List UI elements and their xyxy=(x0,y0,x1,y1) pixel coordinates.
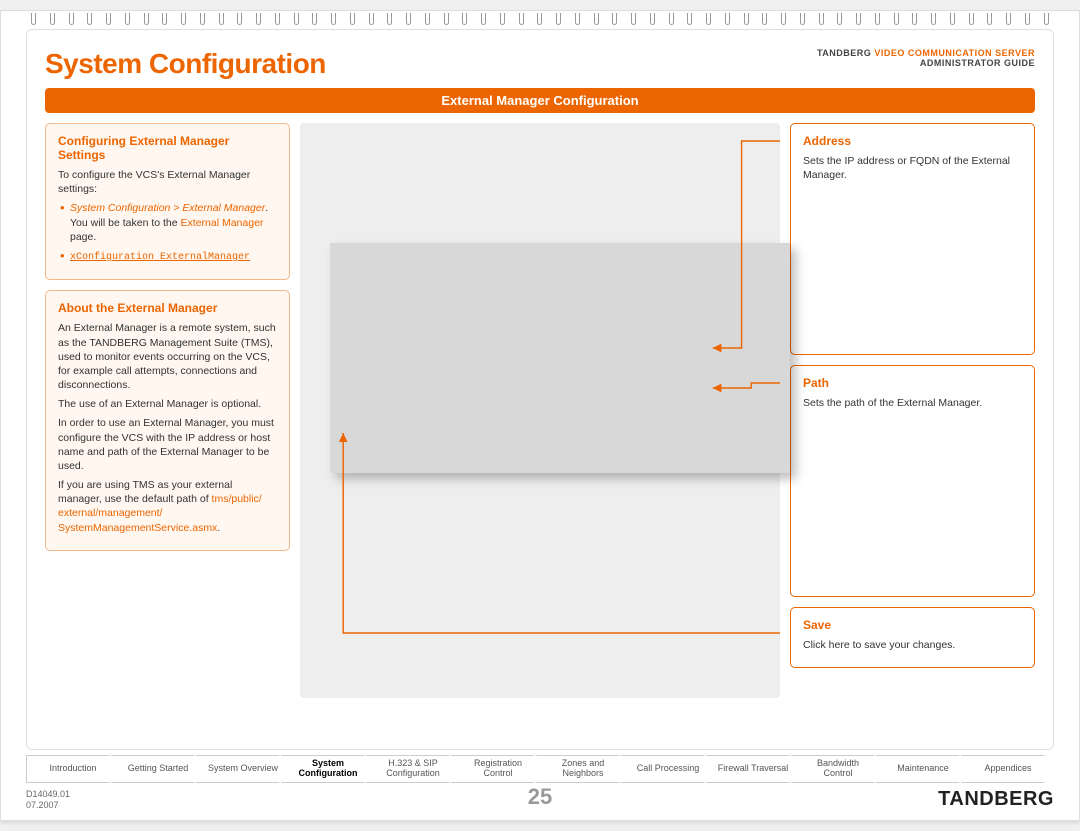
nav-tab-maintenance[interactable]: Maintenance xyxy=(876,755,969,783)
configuring-settings-box: Configuring External Manager Settings To… xyxy=(45,123,290,280)
brand-name: TANDBERG xyxy=(817,48,871,58)
intro-text: To configure the VCS's External Manager … xyxy=(58,168,277,196)
nav-tab-firewall-traversal[interactable]: Firewall Traversal xyxy=(706,755,799,783)
spiral-binding xyxy=(31,13,1049,27)
middle-column xyxy=(300,123,780,698)
about-external-manager-box: About the External Manager An External M… xyxy=(45,290,290,550)
screenshot-placeholder xyxy=(300,123,780,698)
nav-tab-getting-started[interactable]: Getting Started xyxy=(111,755,204,783)
doc-id: D14049.01 xyxy=(26,789,70,799)
address-text: Sets the IP address or FQDN of the Exter… xyxy=(803,154,1022,182)
page-number: 25 xyxy=(528,784,552,810)
guide-info: TANDBERG VIDEO COMMUNICATION SERVER ADMI… xyxy=(817,48,1035,68)
about-p4: If you are using TMS as your external ma… xyxy=(58,478,277,535)
header-row: System Configuration TANDBERG VIDEO COMM… xyxy=(45,48,1035,80)
nav-link: External Manager xyxy=(181,217,264,229)
right-column: Address Sets the IP address or FQDN of t… xyxy=(790,123,1035,698)
left-column: Configuring External Manager Settings To… xyxy=(45,123,290,698)
section-banner: External Manager Configuration xyxy=(45,88,1035,113)
nav-tab-registration-control[interactable]: Registration Control xyxy=(451,755,544,783)
nav-tabs: IntroductionGetting StartedSystem Overvi… xyxy=(26,754,1054,784)
guide-subtitle: ADMINISTRATOR GUIDE xyxy=(920,58,1035,68)
nav-tab-introduction[interactable]: Introduction xyxy=(26,755,119,783)
cmd-step: xConfiguration ExternalManager xyxy=(58,249,277,265)
content-frame: System Configuration TANDBERG VIDEO COMM… xyxy=(26,29,1054,750)
box-title: Path xyxy=(803,376,1022,390)
about-p3: In order to use an External Manager, you… xyxy=(58,416,277,473)
doc-date: 07.2007 xyxy=(26,800,59,810)
about-p1: An External Manager is a remote system, … xyxy=(58,321,277,392)
page-title: System Configuration xyxy=(45,48,326,80)
nav-tab-call-processing[interactable]: Call Processing xyxy=(621,755,714,783)
screenshot-box xyxy=(330,243,790,473)
xconfig-link[interactable]: xConfiguration ExternalManager xyxy=(70,252,250,263)
box-title: About the External Manager xyxy=(58,301,277,315)
nav-tab-zones-and-neighbors[interactable]: Zones and Neighbors xyxy=(536,755,629,783)
nav-tab-system-overview[interactable]: System Overview xyxy=(196,755,289,783)
save-text: Click here to save your changes. xyxy=(803,638,1022,652)
nav-path: System Configuration > External Manager xyxy=(70,202,265,214)
product-name: VIDEO COMMUNICATION SERVER xyxy=(874,48,1035,58)
columns: Configuring External Manager Settings To… xyxy=(45,123,1035,698)
page: System Configuration TANDBERG VIDEO COMM… xyxy=(0,10,1080,821)
brand-logo: TANDBERG xyxy=(938,788,1054,811)
address-box: Address Sets the IP address or FQDN of t… xyxy=(790,123,1035,355)
box-title: Save xyxy=(803,618,1022,632)
about-p2: The use of an External Manager is option… xyxy=(58,397,277,411)
box-title: Configuring External Manager Settings xyxy=(58,134,277,162)
nav-tab-system-configuration[interactable]: System Configuration xyxy=(281,755,374,783)
doc-meta: D14049.01 07.2007 xyxy=(26,789,70,811)
nav-tab-bandwidth-control[interactable]: Bandwidth Control xyxy=(791,755,884,783)
footer-bottom: D14049.01 07.2007 25 TANDBERG xyxy=(26,788,1054,811)
path-box: Path Sets the path of the External Manag… xyxy=(790,365,1035,597)
box-title: Address xyxy=(803,134,1022,148)
save-box: Save Click here to save your changes. xyxy=(790,607,1035,668)
nav-tab-appendices[interactable]: Appendices xyxy=(961,755,1054,783)
nav-tab-h-323-sip-configuration[interactable]: H.323 & SIP Configuration xyxy=(366,755,459,783)
footer: IntroductionGetting StartedSystem Overvi… xyxy=(26,754,1054,812)
nav-step: System Configuration > External Manager.… xyxy=(58,201,277,244)
path-text: Sets the path of the External Manager. xyxy=(803,396,1022,410)
